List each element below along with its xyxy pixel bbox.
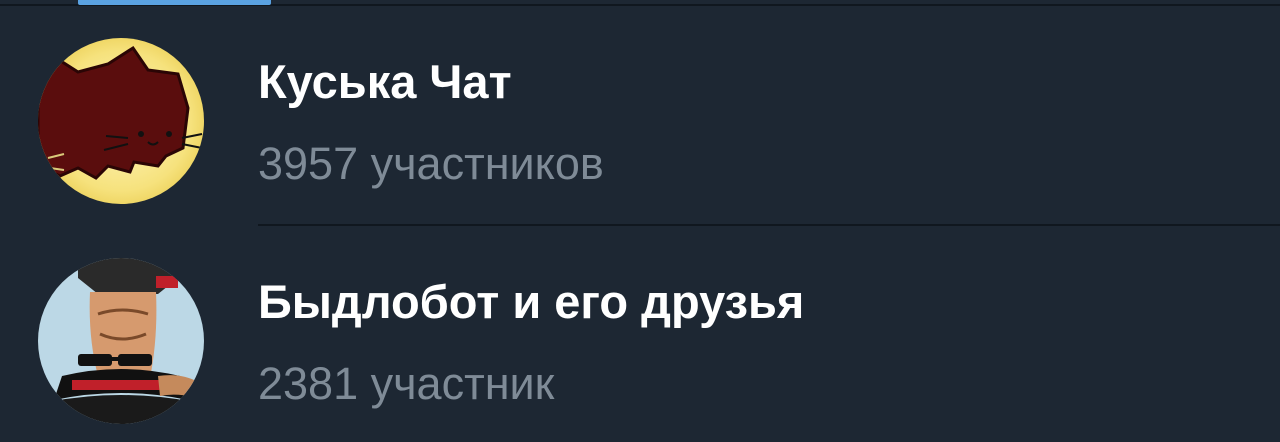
chat-row-kuska-chat[interactable]: Куська Чат 3957 участников bbox=[0, 6, 1280, 226]
chat-member-count: 2381 участник bbox=[258, 358, 555, 409]
chat-row-bydlobot[interactable]: Быдлобот и его друзья 2381 участник bbox=[0, 226, 1280, 442]
cartoon-character-avatar-image bbox=[38, 258, 204, 424]
chat-title: Быдлобот и его друзья bbox=[258, 275, 805, 328]
chat-member-count: 3957 участников bbox=[258, 138, 604, 189]
cartoon-character-avatar[interactable] bbox=[38, 258, 204, 424]
chat-title: Куська Чат bbox=[258, 55, 512, 108]
chat-list: Куська Чат 3957 участников Быдлобот и ег… bbox=[0, 6, 1280, 442]
pusheen-cat-avatar-image bbox=[38, 38, 204, 204]
active-tab-indicator bbox=[78, 0, 271, 5]
pusheen-cat-avatar[interactable] bbox=[38, 38, 204, 204]
group-list-screen: Куська Чат 3957 участников Быдлобот и ег… bbox=[0, 0, 1280, 442]
